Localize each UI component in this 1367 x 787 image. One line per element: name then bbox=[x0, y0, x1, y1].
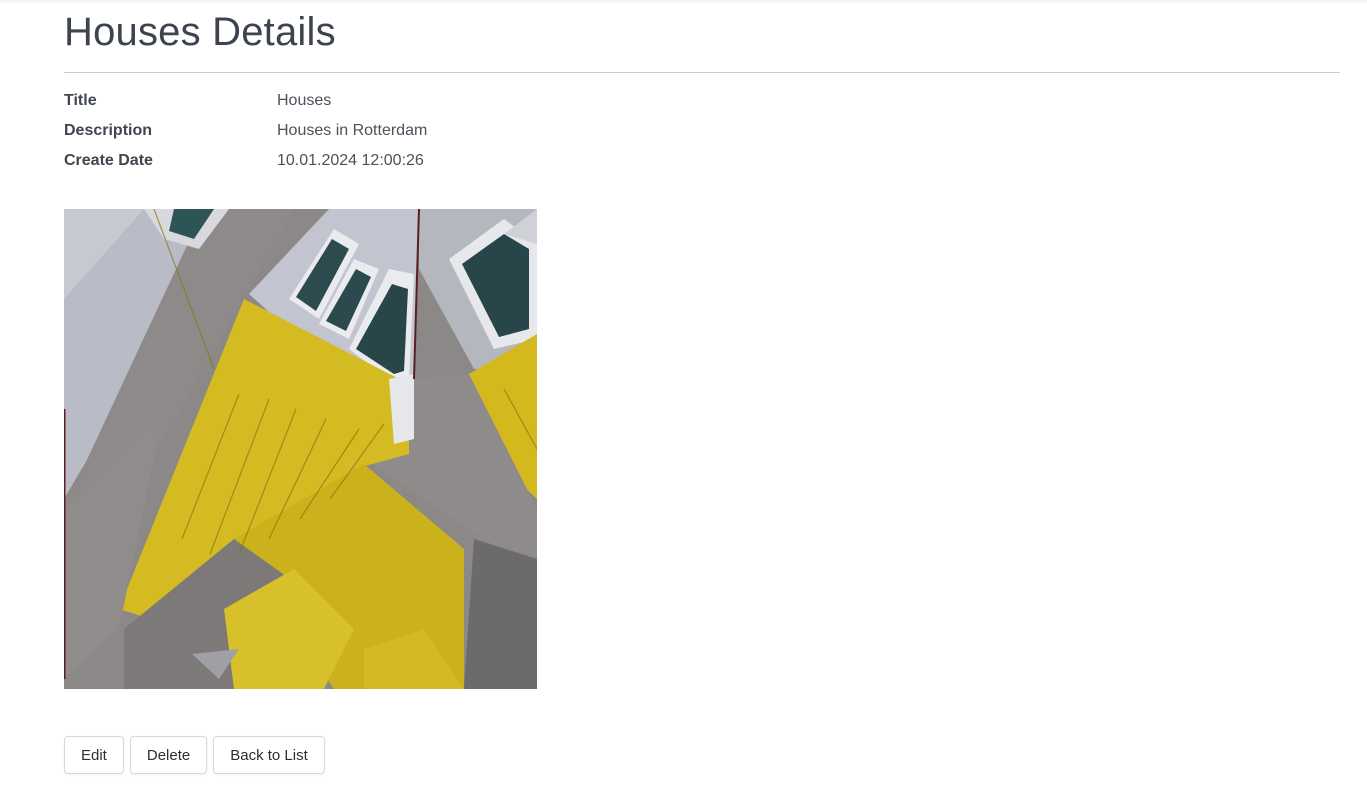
details-list: Title Houses Description Houses in Rotte… bbox=[64, 89, 864, 179]
detail-row-create-date: Create Date 10.01.2024 12:00:26 bbox=[64, 149, 864, 179]
detail-term: Create Date bbox=[64, 152, 153, 169]
detail-row-title: Title Houses bbox=[64, 89, 864, 119]
back-to-list-button[interactable]: Back to List bbox=[213, 736, 325, 774]
action-buttons: Edit Delete Back to List bbox=[64, 736, 325, 774]
detail-value: Houses bbox=[277, 92, 332, 109]
detail-term: Description bbox=[64, 122, 153, 139]
house-photo bbox=[64, 209, 537, 689]
page-title: Houses Details bbox=[64, 10, 336, 54]
edit-button[interactable]: Edit bbox=[64, 736, 124, 774]
delete-button[interactable]: Delete bbox=[129, 736, 208, 774]
title-divider bbox=[64, 72, 1340, 73]
details-container: Houses Details Title Houses Description … bbox=[64, 0, 1340, 774]
detail-value: Houses in Rotterdam bbox=[277, 122, 428, 139]
detail-value: 10.01.2024 12:00:26 bbox=[277, 152, 424, 169]
detail-row-description: Description Houses in Rotterdam bbox=[64, 119, 864, 149]
detail-term: Title bbox=[64, 92, 97, 109]
